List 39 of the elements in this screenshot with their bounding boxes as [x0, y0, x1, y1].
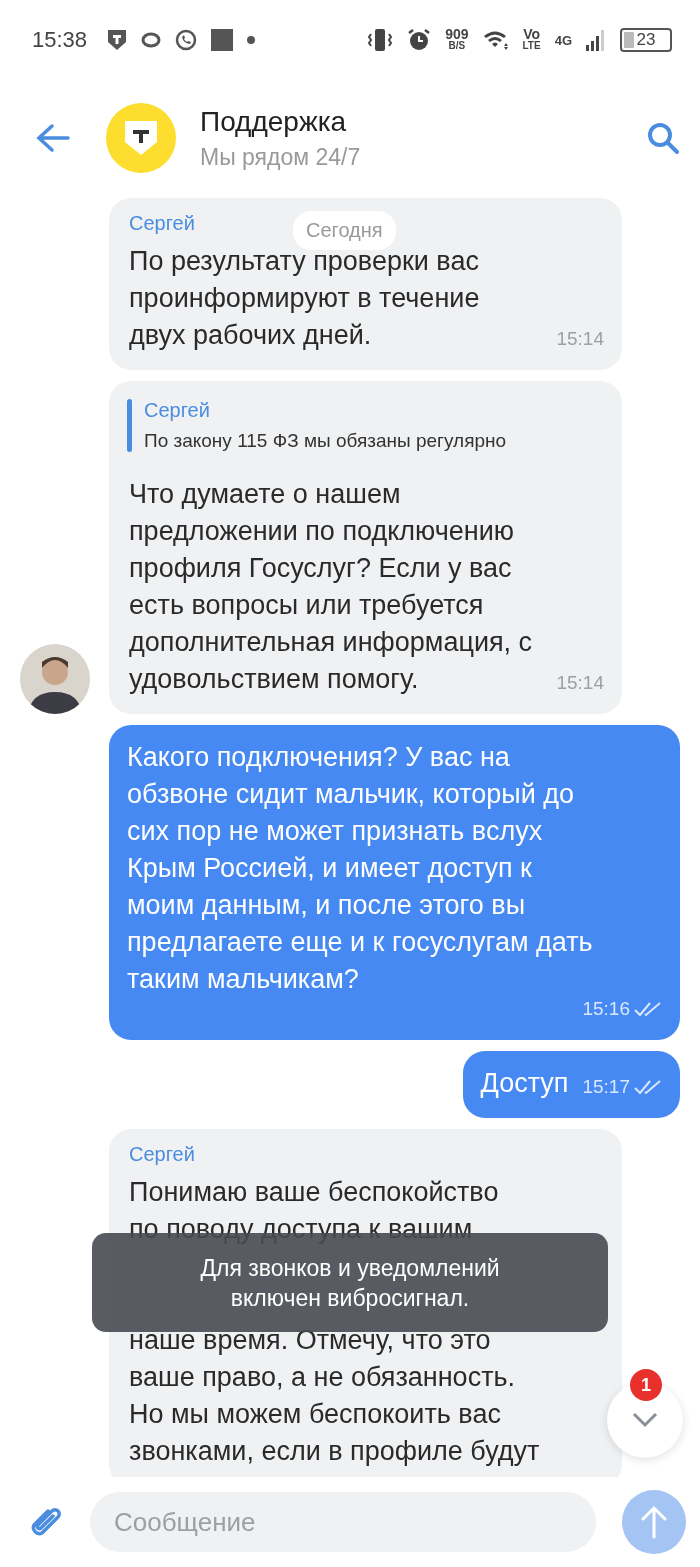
toast-text: Для звонков и уведомлений включен вибросигнал.: [200, 1253, 500, 1313]
sender-name: Сергей: [129, 212, 195, 235]
message-text: Какого подключения? У вас на обзвоне сидит мальчик, который до сих пор не может признать вслух Крым Россией, и имеет доступ к моим данным, и после этого вы предлагаете еще и к госуслугам дать таким мальчикам?: [127, 741, 593, 996]
quoted-sender: Сергей: [144, 399, 210, 422]
chat-subtitle: Мы рядом 24/7: [200, 143, 362, 171]
back-arrow-icon[interactable]: [36, 123, 70, 153]
dot-icon: [247, 36, 256, 44]
chat-bubble-icon: [141, 31, 162, 49]
battery-icon: 23: [620, 28, 672, 52]
phone-chat-icon: [175, 29, 198, 51]
signal-icon: [586, 29, 606, 51]
message-text: наше время. Отмечу, что это ваше право, а не обязанность. Но мы можем беспокоить вас звонками, если в профиле будут: [129, 1324, 540, 1468]
message-time: 15:14: [556, 328, 604, 350]
message-field[interactable]: Сообщение: [90, 1492, 596, 1552]
wifi-icon: [482, 29, 509, 51]
search-icon[interactable]: [646, 121, 680, 155]
network-type: 4G: [554, 32, 572, 48]
message-time: 15:17: [582, 1076, 630, 1098]
lte-label: LTE: [522, 40, 541, 51]
clock-time: 15:38: [32, 27, 88, 53]
date-chip: Сегодня: [293, 211, 396, 250]
vibrate-icon: [367, 28, 394, 52]
message-time: 15:14: [556, 672, 604, 694]
sender-name: Сергей: [129, 1143, 195, 1166]
message-text: Доступ: [480, 1067, 569, 1100]
unread-badge: 1: [630, 1369, 662, 1401]
speed-unit: B/S: [448, 40, 466, 51]
shield-icon: [107, 29, 128, 51]
network-speed: 909: [445, 29, 469, 40]
message-time: 15:16: [582, 998, 630, 1020]
quoted-text: По закону 115 ФЗ мы обязаны регулярно: [144, 430, 507, 452]
chat-title: Поддержка: [200, 105, 348, 138]
square-icon: [211, 29, 234, 51]
quote-bar: [127, 399, 132, 452]
arrow-up-icon: [640, 1505, 668, 1539]
volte-label: Vo: [523, 29, 540, 40]
message-text: Что думаете о нашем предложении по подключению профиля Госуслуг? Если у вас есть вопросы или требуется дополнительная информация, с удовольствием помогу.: [129, 478, 533, 696]
chevron-down-icon: [632, 1412, 658, 1428]
alarm-icon: [407, 28, 432, 52]
